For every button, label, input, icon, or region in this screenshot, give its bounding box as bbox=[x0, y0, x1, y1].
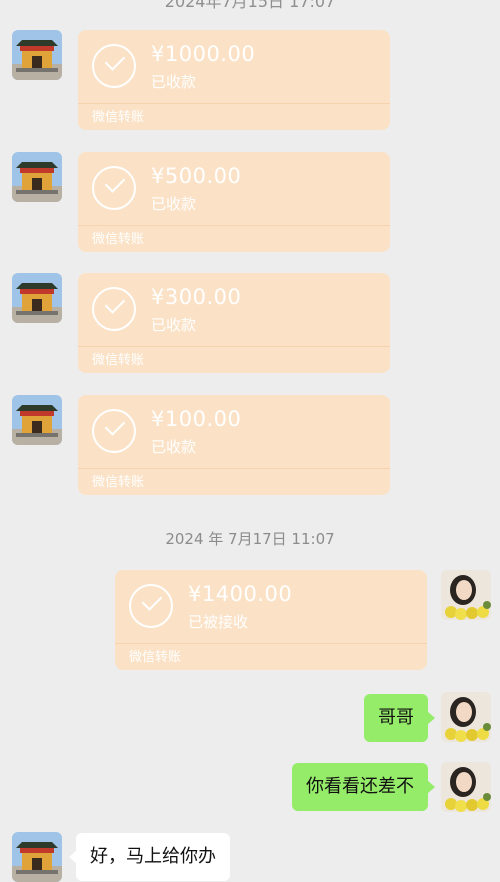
transfer-footer: 微信转账 bbox=[92, 475, 145, 490]
transfer-status: 已收款 bbox=[151, 195, 197, 213]
transfer-card[interactable]: ¥300.00 已收款 微信转账 bbox=[78, 273, 390, 373]
girl-with-flowers-avatar-icon bbox=[441, 762, 491, 812]
temple-gate-avatar-icon bbox=[12, 273, 62, 323]
transfer-status: 已被接收 bbox=[188, 613, 249, 631]
transfer-card[interactable]: ¥1000.00 已收款 微信转账 bbox=[78, 30, 390, 130]
check-circle-icon bbox=[92, 287, 136, 331]
transfer-status: 已收款 bbox=[151, 438, 197, 456]
other-avatar[interactable] bbox=[12, 395, 62, 445]
temple-gate-avatar-icon bbox=[12, 30, 62, 80]
message-text: 你看看还差不 bbox=[306, 776, 414, 797]
transfer-card[interactable]: ¥100.00 已收款 微信转账 bbox=[78, 395, 390, 495]
other-avatar[interactable] bbox=[12, 273, 62, 323]
previous-timestamp: 2024年7月15日 17:07 bbox=[164, 0, 336, 11]
message-bubble-self[interactable]: 哥哥 bbox=[364, 694, 435, 742]
temple-gate-avatar-icon bbox=[12, 395, 62, 445]
check-circle-icon bbox=[92, 166, 136, 210]
transfer-card[interactable]: ¥500.00 已收款 微信转账 bbox=[78, 152, 390, 252]
self-avatar[interactable] bbox=[441, 570, 491, 620]
transfer-status: 已收款 bbox=[151, 316, 197, 334]
card-divider bbox=[115, 643, 427, 644]
message-bubble-self[interactable]: 你看看还差不 bbox=[292, 763, 435, 811]
message-text: 好，马上给你办 bbox=[90, 846, 216, 867]
transfer-footer: 微信转账 bbox=[92, 232, 145, 247]
transfer-amount: ¥300.00 bbox=[151, 285, 242, 309]
transfer-footer: 微信转账 bbox=[92, 353, 145, 368]
transfer-footer: 微信转账 bbox=[129, 650, 182, 665]
temple-gate-avatar-icon bbox=[12, 832, 62, 882]
check-circle-icon bbox=[129, 584, 173, 628]
self-avatar[interactable] bbox=[441, 762, 491, 812]
self-avatar[interactable] bbox=[441, 692, 491, 742]
girl-with-flowers-avatar-icon bbox=[441, 692, 491, 742]
message-text: 哥哥 bbox=[378, 707, 414, 728]
card-divider bbox=[78, 346, 390, 347]
check-circle-icon bbox=[92, 409, 136, 453]
other-avatar[interactable] bbox=[12, 832, 62, 882]
card-divider bbox=[78, 468, 390, 469]
transfer-footer: 微信转账 bbox=[92, 110, 145, 125]
transfer-amount: ¥1000.00 bbox=[151, 42, 256, 66]
transfer-amount: ¥500.00 bbox=[151, 164, 242, 188]
message-timestamp: 2024 年 7月17日 11:07 bbox=[165, 530, 335, 548]
transfer-card-sent[interactable]: ¥1400.00 已被接收 微信转账 bbox=[115, 570, 427, 670]
transfer-status: 已收款 bbox=[151, 73, 197, 91]
card-divider bbox=[78, 103, 390, 104]
transfer-amount: ¥1400.00 bbox=[188, 582, 293, 606]
message-bubble-other[interactable]: 好，马上给你办 bbox=[69, 833, 230, 881]
card-divider bbox=[78, 225, 390, 226]
other-avatar[interactable] bbox=[12, 30, 62, 80]
temple-gate-avatar-icon bbox=[12, 152, 62, 202]
girl-with-flowers-avatar-icon bbox=[441, 570, 491, 620]
other-avatar[interactable] bbox=[12, 152, 62, 202]
transfer-amount: ¥100.00 bbox=[151, 407, 242, 431]
check-circle-icon bbox=[92, 44, 136, 88]
